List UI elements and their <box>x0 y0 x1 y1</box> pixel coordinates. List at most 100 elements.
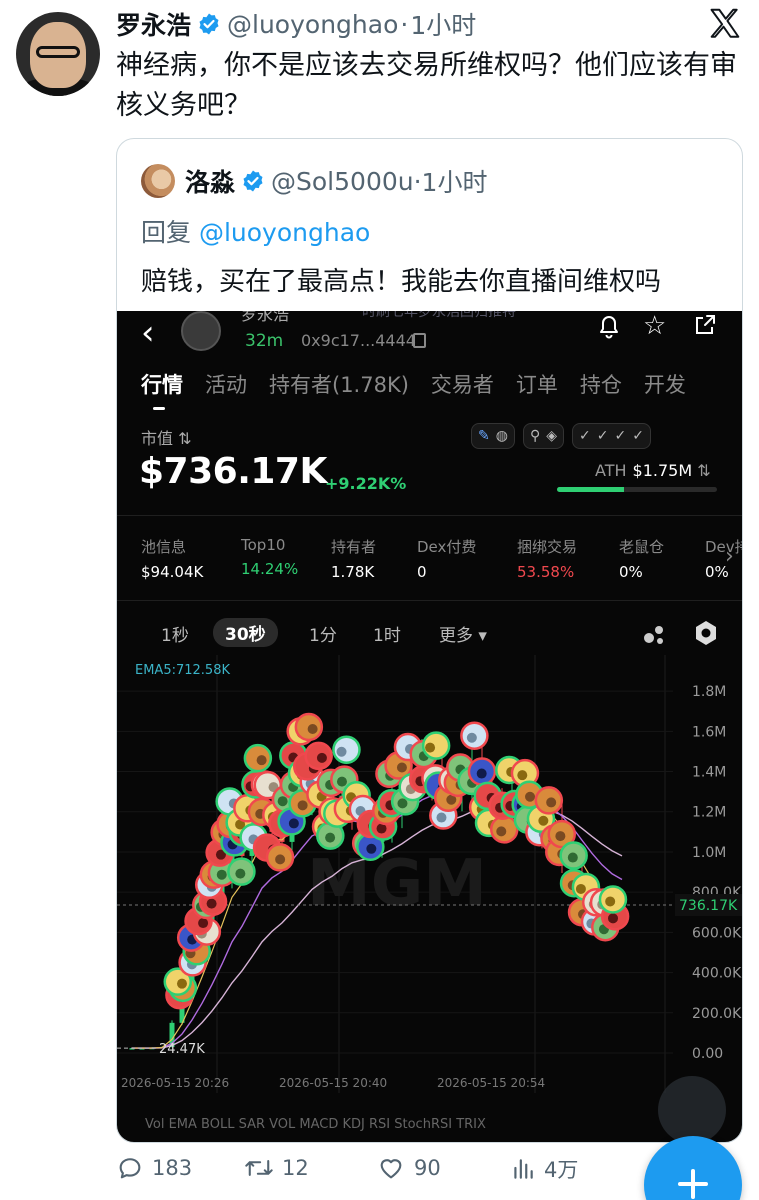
stat-label: 池信息 <box>141 538 187 556</box>
stat-item: Top10 14.24% <box>241 536 298 578</box>
trade-marker-detail <box>517 770 528 781</box>
current-price-label: 736.17K <box>679 898 738 914</box>
app-tab: 持仓 <box>579 373 622 397</box>
compose-button[interactable] <box>644 1136 742 1200</box>
stat-label: Dev持 <box>705 538 742 556</box>
trade-marker-detail <box>206 898 217 909</box>
trade-marker-detail <box>288 818 299 829</box>
token-age: 32m <box>245 331 284 351</box>
trade-marker-detail <box>277 796 288 807</box>
app-tab: 行情 <box>141 373 183 397</box>
author-avatar[interactable] <box>16 12 100 96</box>
stat-label: 持有者 <box>331 538 377 556</box>
token-name: 罗永浩 <box>241 311 290 324</box>
reply-context: 回复 @luoyonghao <box>141 213 370 249</box>
author-name[interactable]: 罗永浩 <box>116 6 191 42</box>
stat-label: 老鼠仓 <box>619 538 665 556</box>
ema-legend: EMA5:712.58K <box>135 663 230 678</box>
interval-more: 更多 ▾ <box>439 621 487 646</box>
y-tick-label: 600.0K <box>692 925 742 941</box>
trade-marker-detail <box>176 978 187 989</box>
trade-marker-detail <box>336 776 347 787</box>
back-arrow-icon: ‹ <box>141 313 155 353</box>
stat-label: Dex付费 <box>417 538 477 556</box>
separator-dot: · <box>413 166 422 196</box>
quoted-header: 洛淼 @Sol5000u · 1小时 <box>141 163 487 199</box>
trade-marker-detail <box>397 798 408 809</box>
tweet-time[interactable]: 1小时 <box>410 6 476 42</box>
check-icon: ✓ <box>579 428 591 444</box>
gear-icon <box>696 621 716 645</box>
stat-item: 捆绑交易 53.58% <box>517 536 577 581</box>
market-cap-label: 市值 ⇅ <box>141 425 192 449</box>
price-chart: 1.8M 1.6M 1.4M 1.2M 1.0M 800.0K 600.0K 400.0K 20… <box>117 655 742 1142</box>
sort-icon: ⇅ <box>692 461 711 480</box>
bell-icon <box>600 316 618 339</box>
app-tab: 活动 <box>205 373 247 397</box>
trade-marker-detail <box>396 762 407 773</box>
x-tick-label: 2026-05-15 20:40 <box>279 1076 387 1090</box>
x-tick-label: 2026-05-15 20:54 <box>437 1076 545 1090</box>
quoted-author-handle[interactable]: @Sol5000u <box>271 167 414 196</box>
trade-marker-detail <box>216 869 227 880</box>
quoted-author-name[interactable]: 洛淼 <box>185 163 235 199</box>
views-count: 4万 <box>544 1158 579 1182</box>
check-icon: ✓ <box>596 428 609 444</box>
trade-marker-detail <box>366 843 377 854</box>
token-avatar <box>181 311 221 351</box>
trade-marker-detail <box>336 746 347 757</box>
author-handle[interactable]: @luoyonghao <box>227 10 398 39</box>
y-tick-label: 1.0M <box>692 845 726 861</box>
embedded-screenshot[interactable]: ‹ 罗永浩 时刷七年罗永浩回归推特 32m 0x9c17...4444 ☆ 行情… <box>117 311 742 1142</box>
sort-icon: ⇅ <box>178 429 192 448</box>
chevron-right-icon: › <box>725 544 734 569</box>
stat-item: 老鼠仓 0% <box>619 536 664 581</box>
market-cap-label-text: 市值 <box>141 429 174 448</box>
chart-scroll-handle <box>658 1076 726 1142</box>
app-tab: 持有者(1.78K) <box>269 373 409 397</box>
check-pill: ✓ ✓ ✓ ✓ <box>572 423 651 449</box>
like-button[interactable]: 90 <box>376 1154 441 1182</box>
copy-icon <box>413 333 426 348</box>
x-logo-icon[interactable] <box>707 6 743 42</box>
trade-marker-detail <box>608 913 619 924</box>
search-pill: ⚲ ◈ <box>522 423 564 449</box>
reply-mention-link[interactable]: @luoyonghao <box>199 218 370 247</box>
trade-marker-detail <box>496 826 507 837</box>
search-icon: ⚲ <box>529 428 541 444</box>
views-button[interactable]: 4万 <box>510 1154 578 1184</box>
app-tab: 订单 <box>515 373 558 397</box>
reply-button[interactable]: 183 <box>116 1154 192 1182</box>
quoted-avatar[interactable] <box>141 164 175 198</box>
reply-icon <box>119 1158 141 1179</box>
ath-progress-fill <box>557 487 625 492</box>
stat-value: 0% <box>705 563 729 581</box>
interval-1s: 1秒 <box>161 626 189 646</box>
quoted-time[interactable]: 1小时 <box>422 163 488 199</box>
verified-badge-icon <box>199 13 219 35</box>
retweet-count: 12 <box>282 1156 309 1180</box>
stat-item: Dev持 0% <box>705 536 742 581</box>
reply-count: 183 <box>152 1156 193 1180</box>
retweet-button[interactable]: 12 <box>244 1154 309 1182</box>
interval-bar: 1秒 30秒 1分 1时 更多 ▾ <box>117 609 742 653</box>
stat-label: Top10 <box>241 536 286 554</box>
trade-marker-detail <box>425 742 436 753</box>
stat-item: 持有者 1.78K <box>331 536 376 581</box>
trade-marker-detail <box>316 752 327 763</box>
ath-value: $1.75M <box>632 461 693 480</box>
trade-marker-detail <box>235 868 246 879</box>
social-pill: ✎ ◍ <box>471 423 515 449</box>
trade-marker-detail <box>476 768 487 779</box>
stat-value: 14.24% <box>241 560 299 578</box>
trade-marker-detail <box>436 812 447 823</box>
stat-value: 1.78K <box>331 563 375 581</box>
verified-badge-icon <box>243 170 263 192</box>
trade-marker-detail <box>466 732 477 743</box>
chart-watermark: MGM <box>307 847 487 921</box>
avatar-glasses <box>36 46 80 58</box>
token-subtitle: 时刷七年罗永浩回归推特 <box>362 311 516 320</box>
app-tab: 开发 <box>643 373 686 397</box>
stat-value: $94.04K <box>141 563 204 581</box>
quoted-tweet-card[interactable]: 洛淼 @Sol5000u · 1小时 回复 @luoyonghao 赔钱，买在了… <box>116 138 743 1143</box>
